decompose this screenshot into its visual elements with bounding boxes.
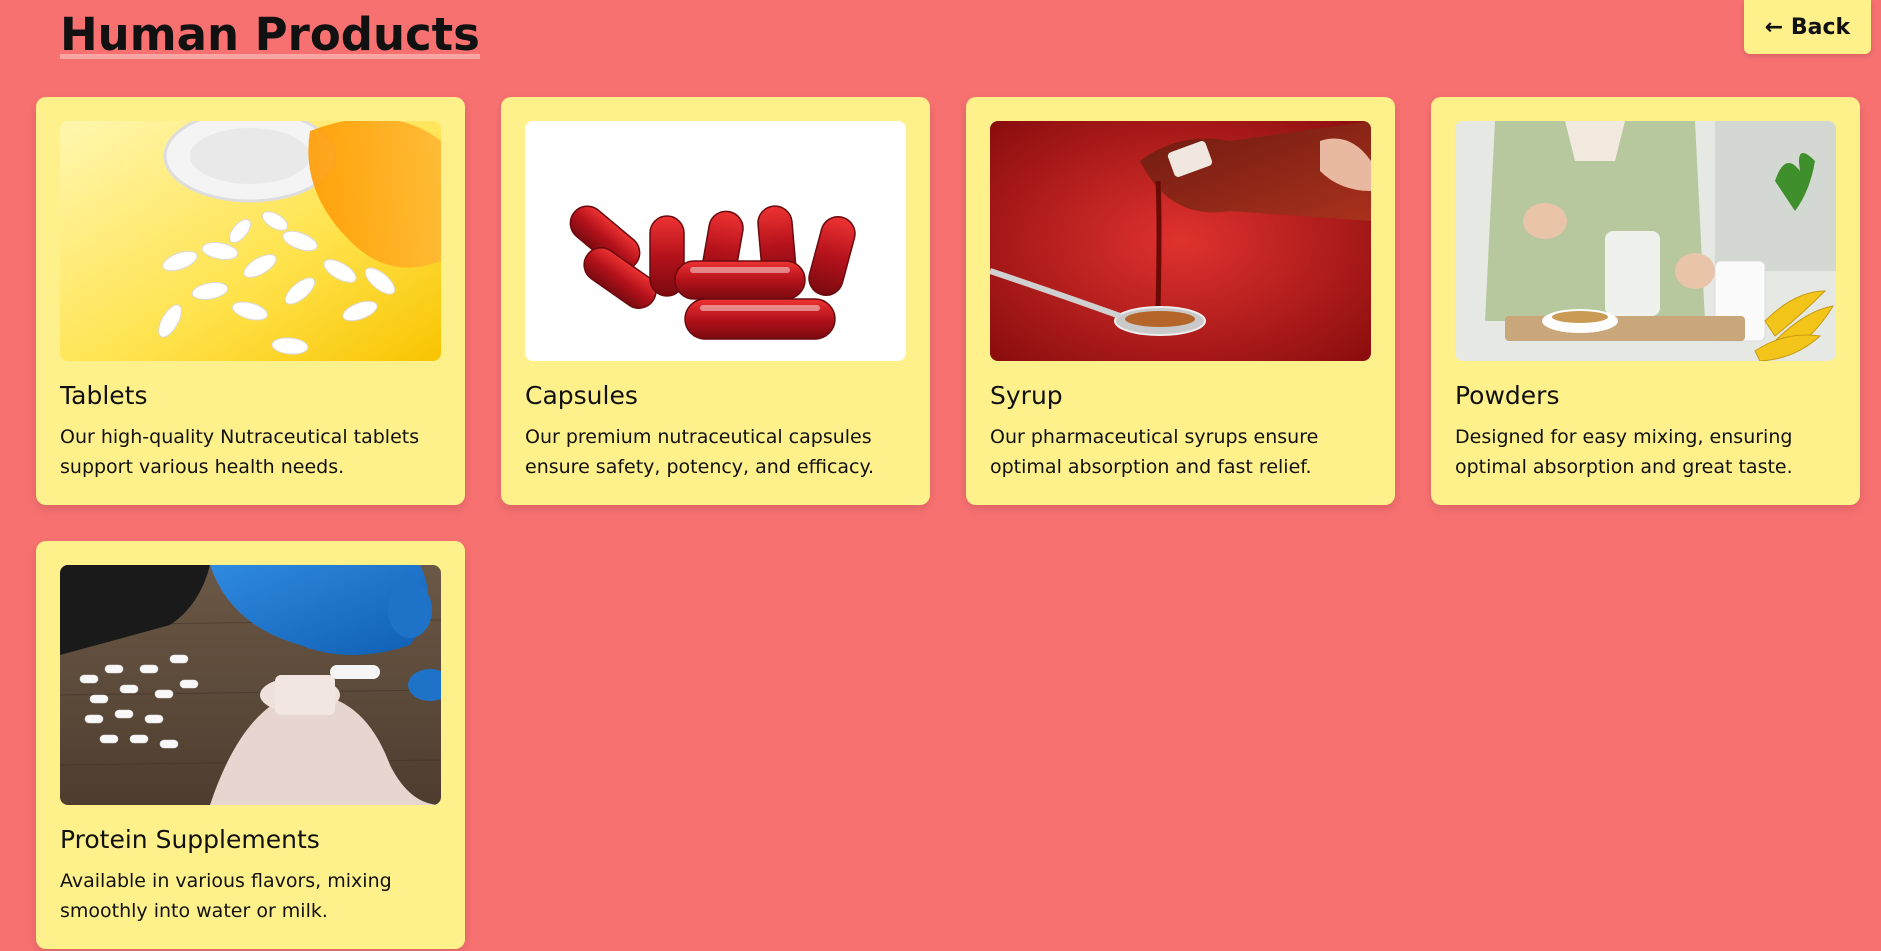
product-title: Syrup	[990, 381, 1063, 410]
product-description: Our high-quality Nutraceutical tablets s…	[60, 426, 420, 478]
product-description: Our premium nutraceutical capsules ensur…	[525, 426, 875, 478]
back-button[interactable]: ← Back	[1744, 0, 1871, 54]
products-page: Human Products ← Back Tablets Our high-q…	[0, 0, 1881, 951]
product-description: Designed for easy mixing, ensuring optim…	[1455, 426, 1793, 478]
product-card-capsules[interactable]: Capsules Our premium nutraceutical capsu…	[501, 97, 930, 505]
product-card-syrup[interactable]: Syrup Our pharmaceutical syrups ensure o…	[966, 97, 1395, 505]
tablets-image	[60, 121, 441, 361]
product-description: Our pharmaceutical syrups ensure optimal…	[990, 426, 1319, 478]
product-title: Tablets	[60, 381, 148, 410]
product-title: Protein Supplements	[60, 825, 320, 854]
product-card-powders[interactable]: Powders Designed for easy mixing, ensuri…	[1431, 97, 1860, 505]
page-title: Human Products	[60, 8, 480, 61]
back-button-label: ← Back	[1764, 14, 1851, 40]
product-title: Capsules	[525, 381, 638, 410]
product-title: Powders	[1455, 381, 1560, 410]
syrup-image	[990, 121, 1371, 361]
protein-supplements-image	[60, 565, 441, 805]
product-card-protein-supplements[interactable]: Protein Supplements Available in various…	[36, 541, 465, 949]
powders-image	[1455, 121, 1836, 361]
capsules-image	[525, 121, 906, 361]
product-card-tablets[interactable]: Tablets Our high-quality Nutraceutical t…	[36, 97, 465, 505]
product-description: Available in various flavors, mixing smo…	[60, 870, 392, 922]
